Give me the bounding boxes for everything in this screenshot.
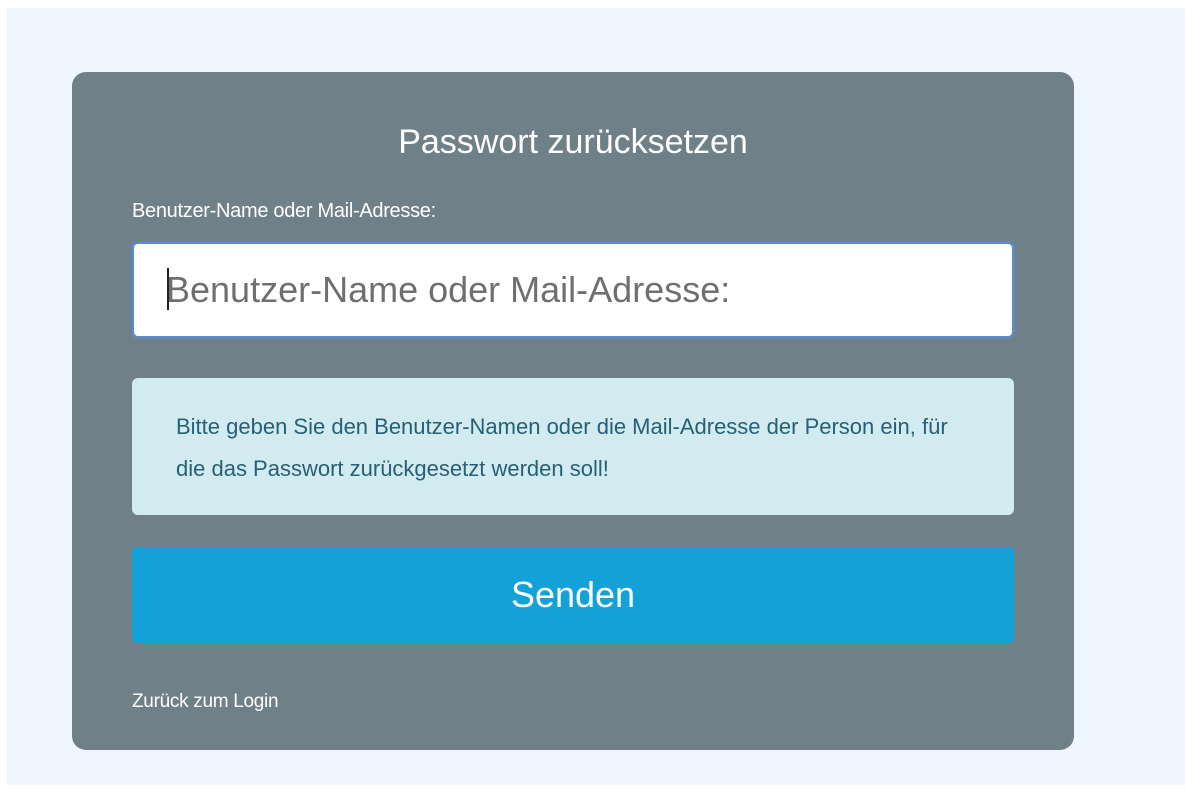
username-input-wrapper[interactable] — [132, 242, 1014, 338]
send-button[interactable]: Senden — [132, 547, 1014, 643]
text-caret — [167, 268, 169, 310]
page-title: Passwort zurücksetzen — [398, 123, 748, 161]
back-to-login-link[interactable]: Zurück zum Login — [132, 690, 279, 714]
info-hint-box: Bitte geben Sie den Benutzer-Namen oder … — [132, 378, 1014, 515]
info-hint-text: Bitte geben Sie den Benutzer-Namen oder … — [176, 414, 948, 481]
username-field-label: Benutzer-Name oder Mail-Adresse: — [132, 200, 436, 222]
username-or-email-input[interactable] — [134, 244, 1012, 336]
